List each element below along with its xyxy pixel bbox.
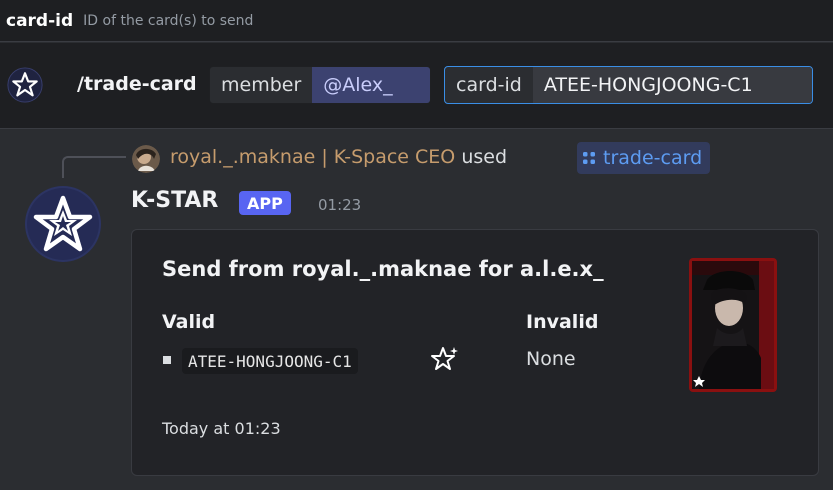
star-logo-icon xyxy=(7,67,43,103)
command-name: /trade-card xyxy=(77,73,197,95)
field-invalid-value: None xyxy=(526,348,576,370)
reply-username[interactable]: royal._.maknae | K-Space CEO xyxy=(170,146,455,168)
reply-connector xyxy=(62,156,126,178)
option-name: card-id xyxy=(6,10,74,31)
trade-embed: Send from royal._.maknae for a.l.e.x_ Va… xyxy=(131,229,819,476)
bot-avatar[interactable] xyxy=(25,186,101,262)
card-thumbnail[interactable] xyxy=(689,258,777,392)
command-chip-label: trade-card xyxy=(603,147,703,169)
valid-card-code: ATEE-HONGJOONG-C1 xyxy=(182,348,358,374)
card-id-option-label: card-id xyxy=(456,74,522,96)
card-id-option[interactable]: card-id ATEE-HONGJOONG-C1 xyxy=(444,66,813,104)
member-option-label: member xyxy=(221,74,302,96)
option-description: ID of the card(s) to send xyxy=(83,12,254,29)
member-option-value[interactable]: @Alex_ xyxy=(312,67,430,103)
sparkle-star-icon xyxy=(431,347,458,370)
reply-user-avatar[interactable] xyxy=(132,145,160,173)
command-dots-icon xyxy=(583,152,595,164)
reply-text: royal._.maknae | K-Space CEO used xyxy=(170,146,509,168)
embed-title: Send from royal._.maknae for a.l.e.x_ xyxy=(162,257,604,281)
field-invalid-name: Invalid xyxy=(526,311,599,333)
slash-command-bar: /trade-card member @Alex_ card-id ATEE-H… xyxy=(0,43,833,129)
bot-author-name[interactable]: K-STAR xyxy=(131,188,218,213)
message-timestamp[interactable]: 01:23 xyxy=(318,196,361,214)
member-option[interactable]: member @Alex_ xyxy=(209,66,431,104)
command-mention-chip[interactable]: trade-card xyxy=(577,142,711,174)
list-bullet xyxy=(163,356,171,364)
reply-used-label: used xyxy=(461,146,508,168)
option-hint-bar: card-id ID of the card(s) to send xyxy=(0,0,833,42)
field-valid-name: Valid xyxy=(162,311,216,333)
embed-footer: Today at 01:23 xyxy=(162,419,281,438)
app-badge: APP xyxy=(239,191,291,215)
card-id-option-value[interactable]: ATEE-HONGJOONG-C1 xyxy=(532,67,812,103)
